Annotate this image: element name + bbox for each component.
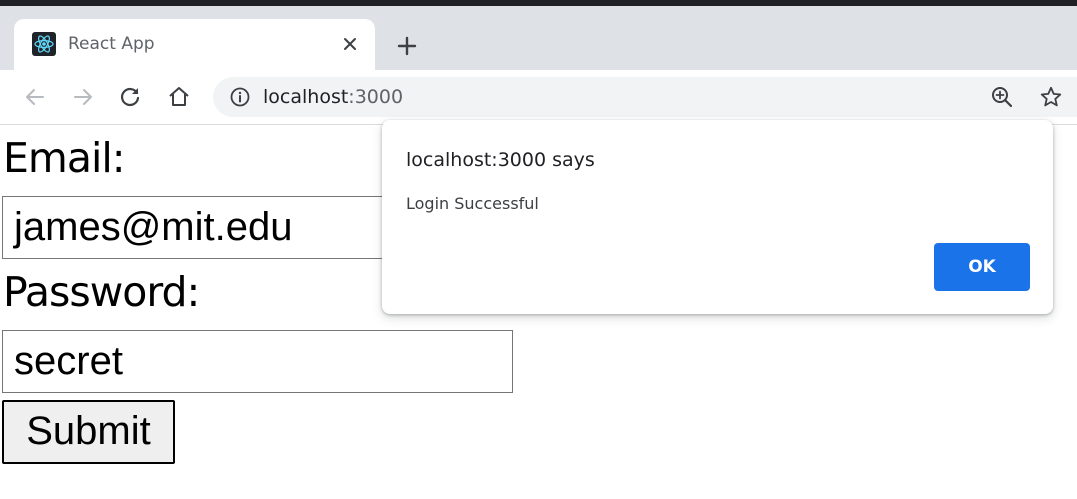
reload-icon[interactable] — [117, 84, 143, 110]
arrow-left-icon[interactable] — [22, 84, 48, 110]
zoom-in-icon[interactable] — [990, 85, 1014, 109]
home-icon[interactable] — [166, 84, 192, 110]
tab-title: React App — [68, 34, 155, 54]
ok-button[interactable]: OK — [934, 243, 1030, 291]
alert-dialog: localhost:3000 says Login Successful OK — [382, 120, 1053, 314]
url-host: localhost — [263, 86, 349, 108]
submit-button[interactable]: Submit — [2, 400, 175, 464]
close-icon[interactable] — [338, 32, 362, 56]
browser-tab[interactable]: React App — [14, 19, 375, 71]
plus-icon[interactable] — [393, 32, 421, 60]
url-port: :3000 — [348, 86, 404, 108]
password-label: Password: — [3, 268, 200, 316]
browser-toolbar: localhost:3000 — [0, 70, 1077, 125]
alert-title: localhost:3000 says — [406, 149, 595, 171]
star-icon[interactable] — [1039, 85, 1063, 109]
react-logo-icon — [32, 32, 56, 56]
tab-strip: React App — [0, 6, 1077, 71]
info-icon[interactable] — [229, 86, 251, 108]
email-label: Email: — [3, 134, 126, 182]
url-text[interactable]: localhost:3000 — [263, 86, 403, 108]
password-field[interactable]: secret — [2, 330, 513, 393]
arrow-right-icon[interactable] — [70, 84, 96, 110]
address-bar[interactable]: localhost:3000 — [213, 77, 1077, 117]
alert-message: Login Successful — [406, 194, 539, 213]
